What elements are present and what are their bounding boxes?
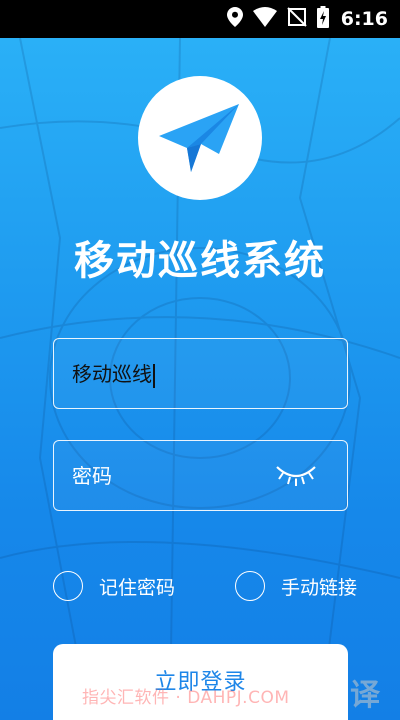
login-screen: 移动巡线系统 移动巡线 密码 记住密码 手动链接 立即登录 指尖汇软件 · DA… [0, 38, 400, 720]
manual-link-radio[interactable] [235, 571, 265, 601]
username-value: 移动巡线 [72, 362, 152, 386]
battery-charging-icon [316, 6, 329, 32]
status-time: 6:16 [340, 8, 388, 30]
manual-link-option[interactable]: 手动链接 [235, 570, 357, 602]
password-input[interactable]: 密码 [72, 441, 112, 512]
wifi-icon [252, 7, 277, 31]
username-field[interactable]: 移动巡线 [53, 338, 348, 409]
status-bar: 6:16 [0, 0, 400, 38]
text-cursor [153, 363, 155, 388]
eye-closed-icon[interactable] [275, 463, 317, 491]
watermark-text: 指尖汇软件 · DAHPJ.COM [82, 688, 290, 708]
status-icons: 6:16 [226, 0, 388, 38]
location-icon [226, 7, 243, 31]
login-button[interactable]: 立即登录 [53, 644, 348, 720]
no-sim-icon [287, 7, 307, 31]
watermark-corner: 译 [350, 678, 380, 713]
manual-link-label: 手动链接 [281, 576, 358, 599]
app-title: 移动巡线系统 [74, 238, 326, 284]
paper-plane-icon [159, 104, 239, 172]
remember-password-label: 记住密码 [99, 576, 176, 599]
app-logo [138, 76, 262, 200]
remember-password-option[interactable]: 记住密码 [53, 570, 175, 602]
password-field[interactable]: 密码 [53, 440, 348, 511]
username-input[interactable]: 移动巡线 [72, 339, 155, 410]
remember-password-radio[interactable] [53, 571, 83, 601]
